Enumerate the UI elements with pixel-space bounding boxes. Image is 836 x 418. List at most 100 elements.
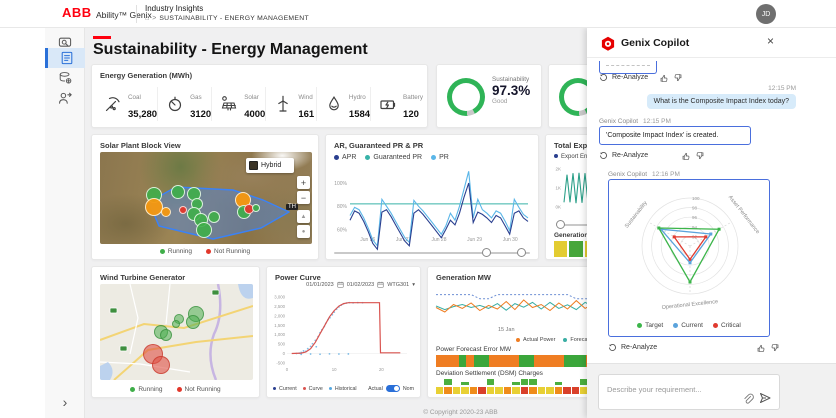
database-gear-icon [59,72,72,84]
impact-radar-chart: 92949698100Sustainability Asset Performan… [624,195,760,311]
svg-text:20: 20 [379,367,384,372]
map-point-warning[interactable] [161,207,171,217]
svg-text:500: 500 [278,342,286,347]
map-point-running[interactable] [186,315,200,329]
sidebar-item-dashboards[interactable] [45,48,85,68]
thumbs-up-icon[interactable] [682,152,690,160]
map-point-running[interactable] [252,204,260,212]
radar-chart-card: 92 94 96 98 100 Sustainability Asset Performan… [608,179,770,337]
thumbs-down-icon[interactable] [696,151,704,160]
map-point-running[interactable] [160,329,172,341]
page-title: Sustainability - Energy Management [93,41,368,58]
wind-card-title: Wind Turbine Generator [100,273,186,282]
stat-value: 35,280 [128,109,158,120]
refresh-icon[interactable] [608,343,617,352]
copilot-title: Genix Copilot [621,37,690,49]
product-name: Ability™ Genix [96,10,152,20]
stat-battery: Battery 120 [371,87,423,121]
energy-stats-row: Coal 35,280 Gas 3120 Solar 4000 Wind 161 Hyd… [96,87,423,121]
svg-text:-500: -500 [276,361,285,366]
thumbs-down-icon[interactable] [674,73,682,82]
re-analyze-label[interactable]: Re-Analyze [612,74,648,81]
svg-text:80%: 80% [337,204,348,210]
re-analyze-row: Re-Analyze [599,73,682,82]
svg-text:98: 98 [692,206,698,211]
calendar-icon[interactable] [337,281,344,288]
header-divider [136,5,137,23]
actual-nom-toggle[interactable] [385,385,400,392]
power-curve-chart: 3,0002,5002,0001,5001,0005000-5000 10 20 [274,295,407,372]
map-zoom-out-button[interactable]: − [297,191,310,204]
svg-text:10: 10 [332,367,337,372]
sidebar-expand-button[interactable]: › [45,394,85,410]
wind-turbine-map[interactable] [100,284,253,380]
turbine-select[interactable]: WTG301 [387,282,409,288]
turbine-markers [100,284,253,380]
svg-text:0: 0 [286,367,289,372]
thumbs-up-icon[interactable] [757,344,765,352]
copilot-header: Genix Copilot × [587,28,836,58]
send-icon[interactable] [759,392,771,404]
re-analyze-row: Re-Analyze [599,151,704,160]
gauge-status: Good [492,98,508,105]
map-point-running[interactable] [172,320,180,328]
gauge-label: Sustainability [492,76,530,83]
user-avatar[interactable]: JD [756,4,776,24]
section-title: Industry Insights [145,4,204,13]
breadcrumb: ⌂ > SUSTAINABILITY - ENERGY MANAGEMENT [145,15,309,22]
coal-icon [105,97,120,112]
sidebar-item-user-flows[interactable] [45,88,85,108]
refresh-icon[interactable] [599,151,608,160]
map-zoom-in-button[interactable]: + [297,176,310,189]
abb-logo: ABB [62,5,92,20]
map-point-running[interactable] [196,222,212,238]
pr-card-title: AR, Guaranteed PR & PR [334,141,424,150]
slider-handle[interactable] [556,220,565,229]
calendar-icon[interactable] [377,281,384,288]
home-icon[interactable]: ⌂ [145,15,149,22]
map-point-not-running[interactable] [179,206,187,214]
slider-handle-left[interactable] [481,248,491,257]
date-to-field[interactable]: 01/02/2023 [347,282,375,288]
close-icon[interactable]: × [767,34,774,48]
map-layer-control[interactable]: Hybrid [246,158,294,173]
slider-handle-right[interactable] [517,248,527,257]
thumbs-down-icon[interactable] [771,343,779,352]
title-accent-dash [93,36,111,39]
actual-nom-toggle-row: Actual Nom [368,385,414,392]
re-analyze-label[interactable]: Re-Analyze [621,344,657,351]
left-sidebar: › [45,28,85,418]
sidebar-item-data-config[interactable] [45,68,85,88]
chevron-down-icon[interactable]: ▾ [412,282,415,288]
svg-text:Jun 28: Jun 28 [431,237,446,243]
refresh-icon[interactable] [599,73,608,82]
gauge-ring [447,78,485,116]
map-terrain-button[interactable]: ▲ [297,210,310,223]
bot-message-meta: Genix Copilot 12:15 PM [599,118,671,125]
bot-message-meta: Genix Copilot 12:16 PM [608,171,680,178]
dsm-charges-label: Deviation Settlement (DSM) Charges [436,370,543,377]
power-curve-legend: Current Curve Historical [273,386,357,392]
wind-icon [278,95,289,112]
app-header: ABB Ability™ Genix Industry Insights ⌂ >… [0,0,836,28]
breadcrumb-current[interactable]: SUSTAINABILITY - ENERGY MANAGEMENT [159,15,309,22]
map-locate-button[interactable]: ● [297,225,310,238]
date-from-field[interactable]: 01/01/2023 [306,282,334,288]
battery-icon [380,100,396,110]
radar-legend: Target Current Critical [609,322,769,329]
map-point-not-running[interactable] [152,356,170,374]
svg-text:2,500: 2,500 [274,304,285,309]
svg-text:100%: 100% [334,181,347,187]
map-point-running[interactable] [171,185,185,199]
bot-response-card: 'Composite Impact Index' is created. [599,126,751,145]
svg-text:1,500: 1,500 [274,323,285,328]
map-point-running[interactable] [208,211,220,223]
slider-track[interactable] [334,252,530,254]
bot-timestamp: 12:15 PM [643,118,671,125]
svg-text:100: 100 [692,196,700,201]
re-analyze-label[interactable]: Re-Analyze [612,152,648,159]
copilot-input-box[interactable] [598,374,780,410]
attachment-icon[interactable] [742,393,754,404]
solar-plant-map[interactable]: Hybrid + − ▲ ● TH [100,152,312,244]
thumbs-up-icon[interactable] [660,74,668,82]
